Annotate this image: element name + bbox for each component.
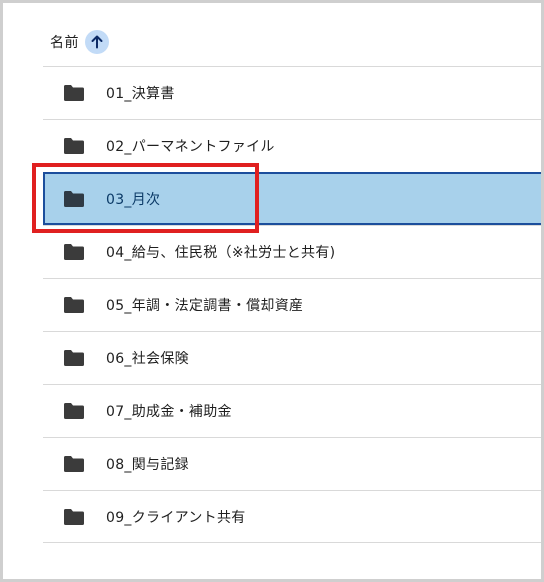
folder-icon: [63, 508, 85, 526]
name-column-header[interactable]: 名前: [50, 32, 79, 52]
folder-row[interactable]: 04_給与、住民税（※社労士と共有): [43, 225, 541, 278]
folder-name: 03_月次: [106, 191, 161, 208]
folder-list: 01_決算書 02_パーマネントファイル 03_月次 04_給与、住民税（※社労…: [43, 66, 541, 543]
folder-name: 05_年調・法定調書・償却資産: [106, 298, 304, 314]
folder-name: 06_社会保険: [106, 351, 189, 367]
folder-icon: [63, 84, 85, 102]
folder-icon: [63, 455, 85, 473]
folder-name: 04_給与、住民税（※社労士と共有): [106, 245, 336, 261]
folder-row[interactable]: 08_関与記録: [43, 437, 541, 490]
folder-icon: [63, 349, 85, 367]
sort-ascending-button[interactable]: [85, 30, 109, 54]
folder-name: 08_関与記録: [106, 457, 189, 473]
folder-name: 09_クライアント共有: [106, 509, 246, 526]
folder-row[interactable]: 09_クライアント共有: [43, 490, 541, 543]
folder-icon: [63, 190, 85, 208]
folder-row[interactable]: 07_助成金・補助金: [43, 384, 541, 437]
folder-row[interactable]: 05_年調・法定調書・償却資産: [43, 278, 541, 331]
folder-icon: [63, 137, 85, 155]
folder-row-selected[interactable]: 03_月次: [43, 172, 541, 225]
arrow-up-icon: [91, 35, 103, 49]
folder-row[interactable]: 02_パーマネントファイル: [43, 119, 541, 172]
folder-row[interactable]: 01_決算書: [43, 66, 541, 119]
folder-row[interactable]: 06_社会保険: [43, 331, 541, 384]
folder-icon: [63, 243, 85, 261]
folder-name: 07_助成金・補助金: [106, 404, 232, 420]
folder-icon: [63, 296, 85, 314]
folder-name: 02_パーマネントファイル: [106, 139, 275, 155]
list-header: 名前: [50, 27, 109, 57]
file-list-panel: 名前 01_決算書 02_パーマネントファイル 03_月次 04_給与、住民税（…: [3, 3, 541, 579]
folder-name: 01_決算書: [106, 86, 175, 102]
folder-icon: [63, 402, 85, 420]
